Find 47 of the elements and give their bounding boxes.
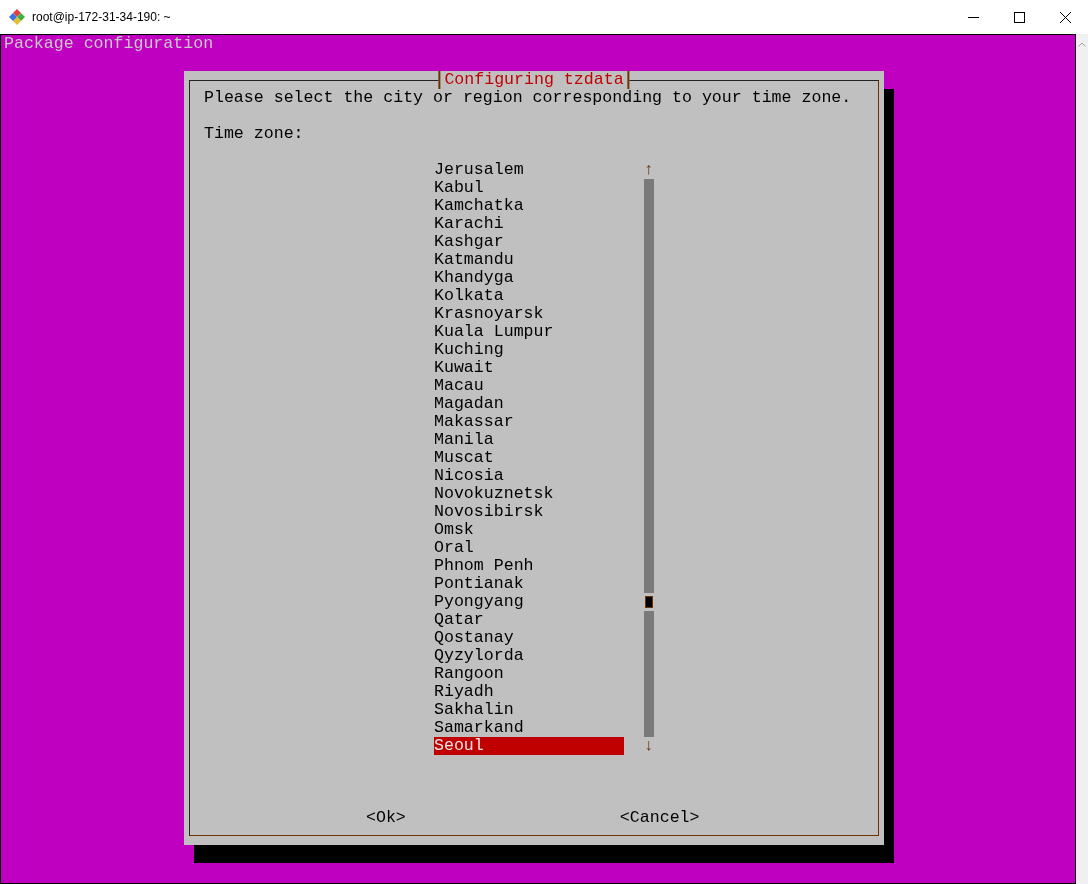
list-item[interactable]: Qostanay [434, 629, 624, 647]
maximize-icon [1013, 11, 1025, 23]
list-item[interactable]: Kashgar [434, 233, 624, 251]
cancel-button[interactable]: <Cancel> [619, 809, 700, 827]
list-item[interactable]: Omsk [434, 521, 624, 539]
list-item[interactable]: Jerusalem [434, 161, 624, 179]
list-item[interactable]: Phnom Penh [434, 557, 624, 575]
list-item[interactable]: Novosibirsk [434, 503, 624, 521]
list-item[interactable]: Rangoon [434, 665, 624, 683]
list-item[interactable]: Kuala Lumpur [434, 323, 624, 341]
list-item[interactable]: Manila [434, 431, 624, 449]
list-item[interactable]: Seoul [434, 737, 624, 755]
list-item[interactable]: Pyongyang [434, 593, 624, 611]
scrollbar-thumb[interactable] [645, 596, 653, 608]
list-item[interactable]: Qatar [434, 611, 624, 629]
list-item[interactable]: Kuching [434, 341, 624, 359]
scroll-up-arrow[interactable]: ↑ [644, 161, 654, 179]
scroll-down-arrow[interactable]: ↓ [644, 737, 654, 755]
chevron-up-icon[interactable] [1078, 42, 1086, 47]
list-item[interactable]: Makassar [434, 413, 624, 431]
list-item[interactable]: Oral [434, 539, 624, 557]
list-item[interactable]: Samarkand [434, 719, 624, 737]
list-item[interactable]: Pontianak [434, 575, 624, 593]
list-item[interactable]: Krasnoyarsk [434, 305, 624, 323]
list-item[interactable]: Muscat [434, 449, 624, 467]
list-item[interactable]: Kolkata [434, 287, 624, 305]
list-item[interactable]: Kabul [434, 179, 624, 197]
prompt-text: Please select the city or region corresponding to your time zone. [204, 89, 853, 107]
list-item[interactable]: Sakhalin [434, 701, 624, 719]
ok-button[interactable]: <Ok> [366, 809, 406, 827]
list-item[interactable]: Qyzylorda [434, 647, 624, 665]
list-item[interactable]: Kuwait [434, 359, 624, 377]
list-item[interactable]: Nicosia [434, 467, 624, 485]
dialog-title: Configuring tzdata [438, 71, 630, 89]
list-label: Time zone: [204, 125, 305, 143]
list-item[interactable]: Novokuznetsk [434, 485, 624, 503]
list-item[interactable]: Kamchatka [434, 197, 624, 215]
list-item[interactable]: Katmandu [434, 251, 624, 269]
list-item[interactable]: Magadan [434, 395, 624, 413]
screen-header: Package configuration [4, 35, 215, 53]
window-title: root@ip-172-31-34-190: ~ [32, 9, 171, 26]
app-icon [8, 8, 26, 26]
list-item[interactable]: Macau [434, 377, 624, 395]
close-icon [1059, 11, 1071, 23]
list-item[interactable]: Riyadh [434, 683, 624, 701]
list-item[interactable]: Khandyga [434, 269, 624, 287]
list-item[interactable]: Karachi [434, 215, 624, 233]
